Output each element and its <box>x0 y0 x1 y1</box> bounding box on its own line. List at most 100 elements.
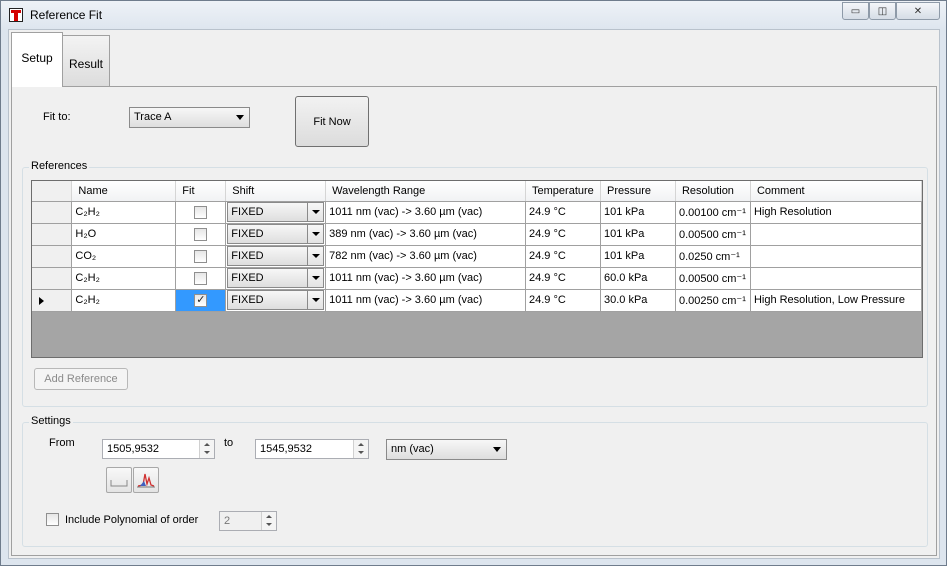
spin-up-icon[interactable] <box>266 515 272 518</box>
shift-select[interactable]: FIXED <box>227 224 325 244</box>
unit-value: nm (vac) <box>391 443 434 455</box>
fit-checkbox[interactable] <box>194 249 208 263</box>
temperature-cell[interactable]: 24.9 °C <box>525 267 601 290</box>
tab-setup[interactable]: Setup <box>11 32 63 87</box>
fit-checkbox-checked[interactable] <box>194 293 208 307</box>
from-value: 1505,9532 <box>107 443 159 455</box>
resolution-cell[interactable]: 0.00100 cm⁻¹ <box>675 201 751 224</box>
column-header-comment[interactable]: Comment <box>750 181 923 202</box>
resolution-cell[interactable]: 0.0250 cm⁻¹ <box>675 245 751 268</box>
shift-cell[interactable]: FIXED <box>225 267 327 290</box>
fit-now-button[interactable]: Fit Now <box>295 96 369 147</box>
pressure-cell[interactable]: 101 kPa <box>600 245 676 268</box>
row-header[interactable] <box>32 245 73 268</box>
range-cell[interactable]: 389 nm (vac) -> 3.60 µm (vac) <box>325 223 527 246</box>
name-cell[interactable]: CO₂ <box>71 245 177 268</box>
name-cell[interactable]: C₂H₂ <box>71 267 177 290</box>
shift-cell[interactable]: FIXED <box>225 201 327 224</box>
fit-cell[interactable] <box>175 245 227 268</box>
name-cell[interactable]: C₂H₂ <box>71 289 177 312</box>
column-header-resolution[interactable]: Resolution <box>675 181 751 202</box>
add-reference-button[interactable]: Add Reference <box>34 368 128 390</box>
temperature-cell[interactable]: 24.9 °C <box>525 245 601 268</box>
column-header-wavelength-range[interactable]: Wavelength Range <box>325 181 527 202</box>
fit-cell[interactable] <box>175 267 227 290</box>
column-header-shift[interactable]: Shift <box>225 181 327 202</box>
pressure-cell[interactable]: 30.0 kPa <box>600 289 676 312</box>
resolution-cell[interactable]: 0.00500 cm⁻¹ <box>675 223 751 246</box>
shift-select[interactable]: FIXED <box>227 202 325 222</box>
pressure-cell[interactable]: 101 kPa <box>600 223 676 246</box>
shift-cell[interactable]: FIXED <box>225 245 327 268</box>
polynomial-order-spinner[interactable] <box>261 512 276 530</box>
temperature-cell[interactable]: 24.9 °C <box>525 289 601 312</box>
range-cell[interactable]: 1011 nm (vac) -> 3.60 µm (vac) <box>325 289 527 312</box>
range-cell[interactable]: 1011 nm (vac) -> 3.60 µm (vac) <box>325 201 527 224</box>
column-header-name[interactable]: Name <box>71 181 177 202</box>
row-header[interactable] <box>32 223 73 246</box>
unit-select[interactable]: nm (vac) <box>386 439 507 460</box>
select-peak-range-button[interactable] <box>133 467 159 493</box>
name-cell[interactable]: C₂H₂ <box>71 201 177 224</box>
spin-up-icon[interactable] <box>358 443 364 446</box>
polynomial-order-input[interactable]: 2 <box>219 511 277 531</box>
to-input[interactable]: 1545,9532 <box>255 439 369 459</box>
fit-checkbox[interactable] <box>194 227 208 241</box>
column-header-temperature[interactable]: Temperature <box>525 181 601 202</box>
shift-select[interactable]: FIXED <box>227 246 325 266</box>
name-cell[interactable]: H₂O <box>71 223 177 246</box>
chevron-down-icon <box>307 269 324 287</box>
fit-checkbox[interactable] <box>194 271 208 285</box>
table-row[interactable]: C₂H₂ FIXED 1011 nm (vac) -> 3.60 µm (vac… <box>32 201 923 224</box>
shift-select[interactable]: FIXED <box>227 268 325 288</box>
shift-cell[interactable]: FIXED <box>225 289 327 312</box>
table-row[interactable]: CO₂ FIXED 782 nm (vac) -> 3.60 µm (vac) … <box>32 245 923 268</box>
shift-select[interactable]: FIXED <box>227 290 325 310</box>
chevron-down-icon <box>307 203 324 221</box>
fit-cell-selected[interactable] <box>175 289 227 312</box>
fit-cell[interactable] <box>175 223 227 246</box>
comment-cell[interactable] <box>750 223 923 246</box>
fit-cell[interactable] <box>175 201 227 224</box>
row-header[interactable] <box>32 201 73 224</box>
pressure-cell[interactable]: 101 kPa <box>600 201 676 224</box>
references-grid[interactable]: Name Fit Shift Wavelength Range Temperat… <box>31 180 923 358</box>
column-header-pressure[interactable]: Pressure <box>600 181 676 202</box>
comment-cell[interactable]: High Resolution, Low Pressure <box>750 289 923 312</box>
include-polynomial-checkbox[interactable] <box>46 513 59 526</box>
spin-up-icon[interactable] <box>204 443 210 446</box>
from-spinner[interactable] <box>199 440 214 458</box>
temperature-cell[interactable]: 24.9 °C <box>525 223 601 246</box>
table-row[interactable]: C₂H₂ FIXED 1011 nm (vac) -> 3.60 µm (vac… <box>32 267 923 290</box>
range-cell[interactable]: 1011 nm (vac) -> 3.60 µm (vac) <box>325 267 527 290</box>
temperature-cell[interactable]: 24.9 °C <box>525 201 601 224</box>
to-spinner[interactable] <box>353 440 368 458</box>
table-row[interactable]: H₂O FIXED 389 nm (vac) -> 3.60 µm (vac) … <box>32 223 923 246</box>
close-icon: ✕ <box>913 5 923 17</box>
resolution-cell[interactable]: 0.00250 cm⁻¹ <box>675 289 751 312</box>
spin-down-icon[interactable] <box>358 451 364 454</box>
fit-checkbox[interactable] <box>194 205 208 219</box>
minimize-button[interactable]: ▭ <box>842 2 869 20</box>
from-label: From <box>49 437 75 449</box>
comment-cell[interactable] <box>750 267 923 290</box>
close-button[interactable]: ✕ <box>896 2 940 20</box>
resolution-cell[interactable]: 0.00500 cm⁻¹ <box>675 267 751 290</box>
from-input[interactable]: 1505,9532 <box>102 439 215 459</box>
pressure-cell[interactable]: 60.0 kPa <box>600 267 676 290</box>
clear-range-button[interactable] <box>106 467 132 493</box>
fit-to-select[interactable]: Trace A <box>129 107 250 128</box>
spin-down-icon[interactable] <box>204 451 210 454</box>
comment-cell[interactable] <box>750 245 923 268</box>
shift-cell[interactable]: FIXED <box>225 223 327 246</box>
maximize-button[interactable]: ◫ <box>869 2 896 20</box>
range-cell[interactable]: 782 nm (vac) -> 3.60 µm (vac) <box>325 245 527 268</box>
table-row-current[interactable]: C₂H₂ FIXED 1011 nm (vac) -> 3.60 µm (vac… <box>32 289 923 312</box>
row-header-current[interactable] <box>32 289 73 312</box>
comment-cell[interactable]: High Resolution <box>750 201 923 224</box>
tab-result[interactable]: Result <box>62 35 110 87</box>
spin-down-icon[interactable] <box>266 523 272 526</box>
column-header-fit[interactable]: Fit <box>175 181 227 202</box>
title-bar[interactable]: Reference Fit ▭ ◫ ✕ <box>1 1 946 29</box>
row-header[interactable] <box>32 267 73 290</box>
